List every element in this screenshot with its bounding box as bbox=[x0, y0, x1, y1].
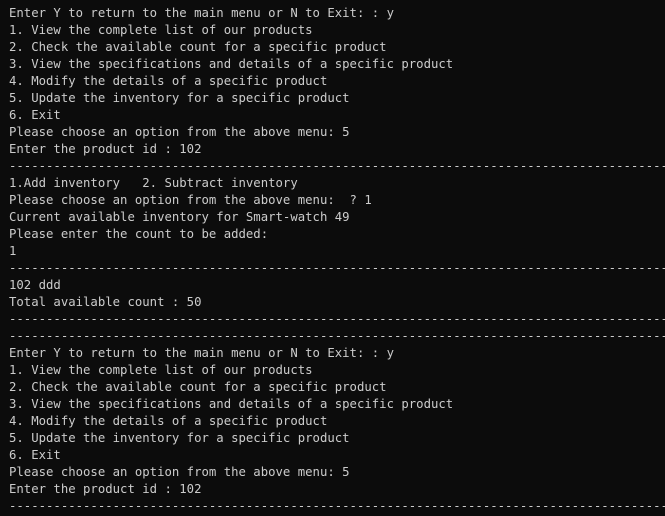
terminal-line: 4. Modify the details of a specific prod… bbox=[9, 74, 328, 88]
terminal-line: Enter the product id : 102 bbox=[9, 482, 202, 496]
terminal-line: Please enter the count to be added: bbox=[9, 227, 269, 241]
terminal-line: 1. View the complete list of our product… bbox=[9, 23, 313, 37]
terminal-line: 1 bbox=[9, 244, 17, 258]
terminal-line: Enter Y to return to the main menu or N … bbox=[9, 6, 394, 20]
terminal-line: 5. Update the inventory for a specific p… bbox=[9, 431, 350, 445]
terminal-line: ----------------------------------------… bbox=[9, 261, 665, 275]
terminal-line: Current available inventory for Smart-wa… bbox=[9, 210, 350, 224]
terminal-line: Total available count : 50 bbox=[9, 295, 202, 309]
terminal-line: 3. View the specifications and details o… bbox=[9, 397, 454, 411]
terminal-line: 102 ddd bbox=[9, 278, 61, 292]
terminal-line: ----------------------------------------… bbox=[9, 312, 665, 326]
terminal-line: 3. View the specifications and details o… bbox=[9, 57, 454, 71]
terminal-line: Enter Y to return to the main menu or N … bbox=[9, 346, 394, 360]
terminal-line: 5. Update the inventory for a specific p… bbox=[9, 91, 350, 105]
terminal-line: Please choose an option from the above m… bbox=[9, 125, 350, 139]
terminal-output[interactable]: Enter Y to return to the main menu or N … bbox=[0, 0, 665, 516]
terminal-line: 1.Add inventory 2. Subtract inventory bbox=[9, 176, 298, 190]
terminal-line: ----------------------------------------… bbox=[9, 499, 665, 513]
terminal-line: 4. Modify the details of a specific prod… bbox=[9, 414, 328, 428]
terminal-line: Enter the product id : 102 bbox=[9, 142, 202, 156]
terminal-line: Please choose an option from the above m… bbox=[9, 193, 372, 207]
terminal-line: ----------------------------------------… bbox=[9, 329, 665, 343]
terminal-line: 6. Exit bbox=[9, 448, 61, 462]
terminal-line: 2. Check the available count for a speci… bbox=[9, 40, 387, 54]
terminal-line: ----------------------------------------… bbox=[9, 159, 665, 173]
terminal-line: Please choose an option from the above m… bbox=[9, 465, 350, 479]
terminal-line: 1. View the complete list of our product… bbox=[9, 363, 313, 377]
terminal-line: 2. Check the available count for a speci… bbox=[9, 380, 387, 394]
terminal-line: 6. Exit bbox=[9, 108, 61, 122]
